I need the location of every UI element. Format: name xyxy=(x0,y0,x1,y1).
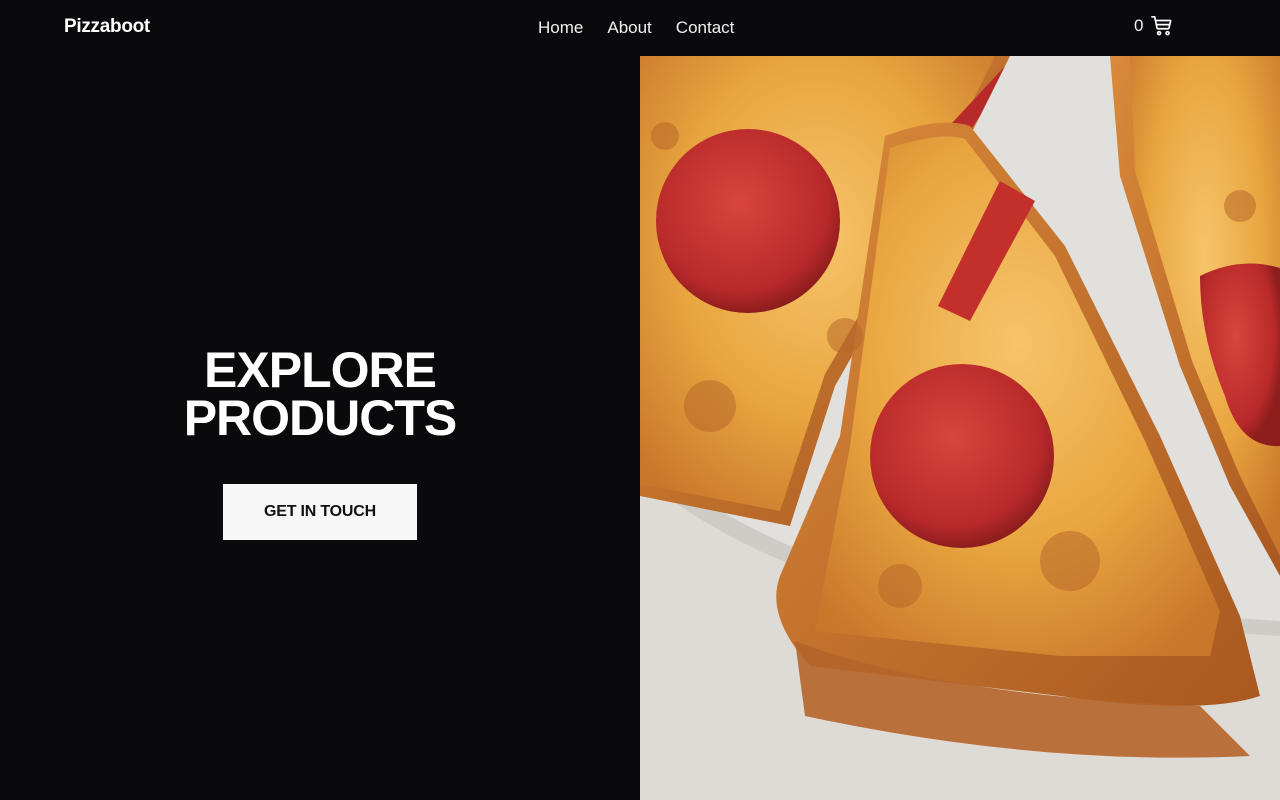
brand-logo[interactable]: Pizzaboot xyxy=(64,16,150,38)
hero-section: EXPLORE PRODUCTS GET IN TOUCH xyxy=(0,56,640,800)
nav-link-home[interactable]: Home xyxy=(538,18,583,38)
hero-pizza-image xyxy=(640,56,1280,800)
hero-title-line-1: EXPLORE xyxy=(204,342,437,398)
cart-button[interactable]: 0 xyxy=(1134,15,1173,37)
nav-link-contact[interactable]: Contact xyxy=(676,18,735,38)
nav-link-about[interactable]: About xyxy=(607,18,651,38)
cart-icon xyxy=(1151,15,1173,37)
navbar: Pizzaboot Home About Contact 0 xyxy=(0,0,1280,56)
cart-count: 0 xyxy=(1134,16,1144,35)
hero-title-line-2: PRODUCTS xyxy=(183,390,458,446)
main-nav: Home About Contact xyxy=(538,18,734,38)
get-in-touch-button[interactable]: GET IN TOUCH xyxy=(223,484,417,540)
hero-title: EXPLORE PRODUCTS xyxy=(0,342,640,446)
